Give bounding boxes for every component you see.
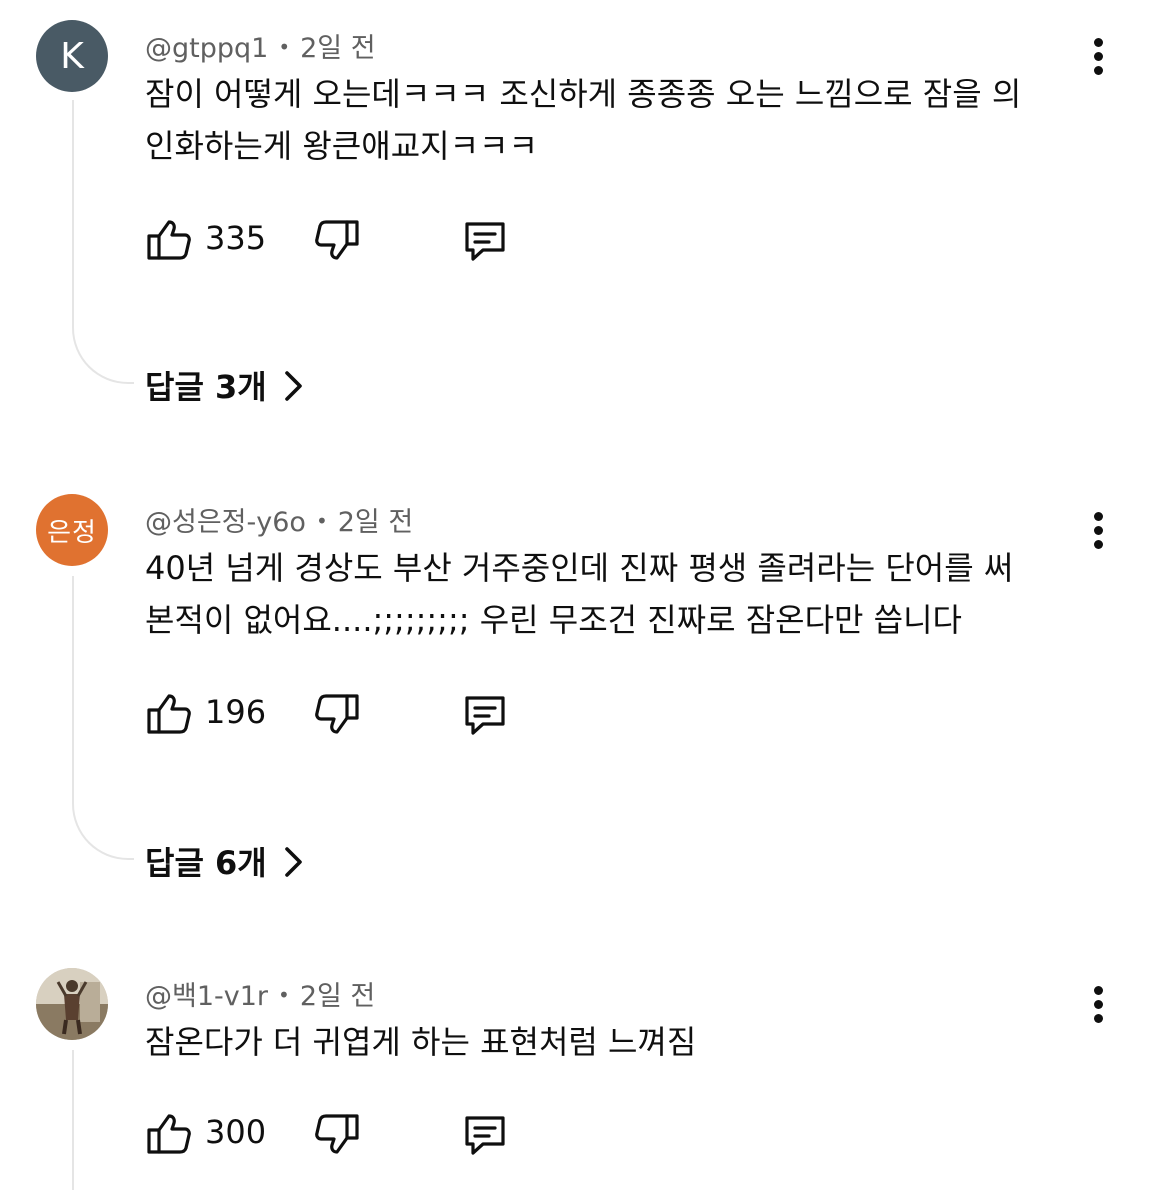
comment-line: 잠이 어떻게 오는데ㅋㅋㅋ 조신하게 종종종 오는 느낌으로 잠을 의 <box>145 75 1022 113</box>
comment-text: 잠온다가 더 귀엽게 하는 표현처럼 느껴짐 <box>145 1016 1075 1068</box>
separator-dot: • <box>315 509 328 533</box>
chevron-right-icon <box>284 371 302 401</box>
view-replies-button[interactable]: 답글 3개 <box>145 362 305 408</box>
timestamp[interactable]: 2일 전 <box>300 981 375 1012</box>
thread-curve <box>72 316 134 384</box>
comment-icon[interactable] <box>461 1110 509 1158</box>
comment-actions: 335 <box>145 216 565 272</box>
thumb-up-icon[interactable] <box>145 216 193 264</box>
author-name[interactable]: @gtppq1 <box>145 33 268 64</box>
separator-dot: • <box>278 983 290 1007</box>
avatar-initial: 은정 <box>47 517 97 548</box>
thumb-up-icon[interactable] <box>145 1110 193 1158</box>
thumb-down-icon[interactable] <box>313 1110 361 1158</box>
like-count: 196 <box>205 693 267 731</box>
thumb-down-icon[interactable] <box>313 216 361 264</box>
replies-label: 답글 3개 <box>145 368 267 406</box>
comment-line: 인화하는게 왕큰애교지ㅋㅋㅋ <box>145 127 538 165</box>
view-replies-button[interactable]: 답글 6개 <box>145 838 305 884</box>
thumb-up-icon[interactable] <box>145 690 193 738</box>
timestamp[interactable]: 2일 전 <box>338 507 413 538</box>
avatar[interactable] <box>36 968 108 1040</box>
thread-curve <box>72 792 134 860</box>
comment-text: 40년 넘게 경상도 부산 거주중인데 진짜 평생 졸려라는 단어를 써 본적이… <box>145 542 1075 646</box>
more-vert-icon[interactable] <box>1082 38 1114 82</box>
comment-line: 잠온다가 더 귀엽게 하는 표현처럼 느껴짐 <box>145 1023 697 1061</box>
comment-actions: 300 <box>145 1110 565 1166</box>
comment-meta: @성은정-y6o • 2일 전 <box>145 500 413 539</box>
replies-label: 답글 6개 <box>145 844 267 882</box>
comment-line: 40년 넘게 경상도 부산 거주중인데 진짜 평생 졸려라는 단어를 써 <box>145 549 1014 587</box>
avatar[interactable]: K <box>36 20 108 92</box>
comment-actions: 196 <box>145 690 565 746</box>
like-count: 335 <box>205 219 267 257</box>
comment-line: 본적이 없어요....;;;;;;;;; 우린 무조건 진짜로 잠온다만 씁니다 <box>145 601 962 639</box>
author-name[interactable]: @성은정-y6o <box>145 507 306 538</box>
chevron-right-icon <box>284 847 302 877</box>
comment-icon[interactable] <box>461 690 509 738</box>
like-count: 300 <box>205 1113 267 1151</box>
separator-dot: • <box>278 35 291 59</box>
more-vert-icon[interactable] <box>1082 986 1114 1030</box>
avatar[interactable]: 은정 <box>36 494 108 566</box>
comment-text: 잠이 어떻게 오는데ㅋㅋㅋ 조신하게 종종종 오는 느낌으로 잠을 의 인화하는… <box>145 68 1075 172</box>
thread-line <box>72 100 74 320</box>
comment-meta: @백1-v1r • 2일 전 <box>145 974 375 1013</box>
profile-photo <box>36 968 108 1040</box>
comment-icon[interactable] <box>461 216 509 264</box>
thumb-down-icon[interactable] <box>313 690 361 738</box>
avatar-initial: K <box>60 35 84 77</box>
timestamp[interactable]: 2일 전 <box>300 33 375 64</box>
more-vert-icon[interactable] <box>1082 512 1114 556</box>
thread-line <box>72 576 74 796</box>
author-name[interactable]: @백1-v1r <box>145 981 268 1012</box>
comment-meta: @gtppq1 • 2일 전 <box>145 26 376 65</box>
thread-line <box>72 1050 74 1190</box>
